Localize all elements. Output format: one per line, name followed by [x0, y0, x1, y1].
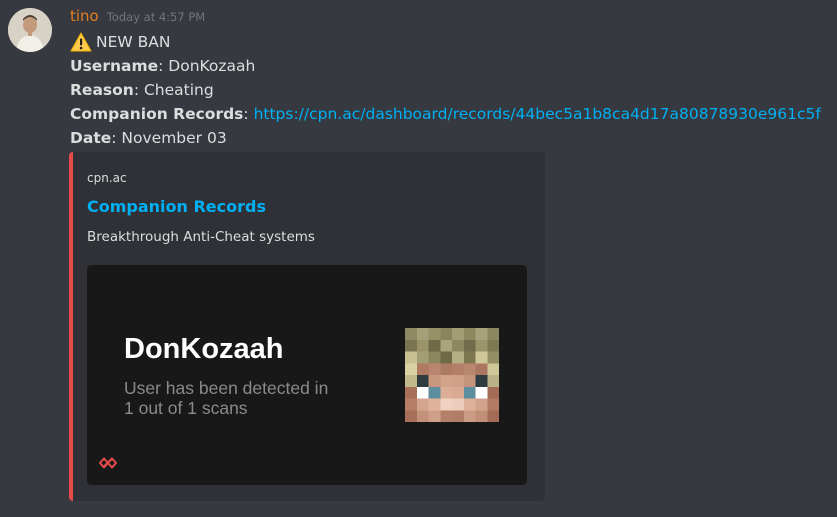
detection-line-1: User has been detected in: [124, 378, 329, 398]
username-sep: :: [158, 57, 169, 75]
date-label: Date: [70, 129, 112, 147]
reason-label: Reason: [70, 81, 134, 99]
card-player-name: DonKozaah: [124, 333, 284, 365]
embed-title-link[interactable]: Companion Records: [87, 197, 266, 216]
records-line: Companion Records: https://cpn.ac/dashbo…: [70, 102, 821, 126]
user-avatar[interactable]: [8, 8, 52, 52]
date-sep: :: [111, 129, 122, 147]
detection-line-2: 1 out of 1 scans: [124, 398, 248, 418]
username-value: DonKozaah: [168, 57, 256, 75]
message-content: NEW BAN Username: DonKozaah Reason: Chea…: [70, 30, 821, 150]
embed-description: Breakthrough Anti-Cheat systems: [87, 229, 315, 245]
records-label: Companion Records: [70, 105, 244, 123]
message-timestamp: Today at 4:57 PM: [106, 10, 206, 24]
records-sep: :: [243, 105, 254, 123]
reason-sep: :: [133, 81, 144, 99]
date-line: Date: November 03: [70, 126, 821, 150]
embed-image-card[interactable]: DonKozaah User has been detected in 1 ou…: [87, 265, 527, 485]
author-name[interactable]: tino: [70, 7, 99, 25]
link-embed: cpn.ac Companion Records Breakthrough An…: [69, 152, 545, 501]
chat-message: tino Today at 4:57 PM NEW BAN Username: …: [0, 0, 837, 517]
records-link[interactable]: https://cpn.ac/dashboard/records/44bec5a…: [254, 102, 821, 126]
player-skin-head: [405, 328, 499, 422]
username-label: Username: [70, 57, 159, 75]
reason-line: Reason: Cheating: [70, 78, 821, 102]
headline-text: NEW BAN: [96, 33, 171, 51]
embed-provider: cpn.ac: [87, 171, 127, 185]
date-value: November 03: [121, 129, 227, 147]
message-header: tino Today at 4:57 PM: [70, 7, 205, 29]
reason-value: Cheating: [143, 81, 214, 99]
headline-line: NEW BAN: [70, 30, 821, 54]
companion-logo-icon: [99, 457, 117, 469]
avatar-image: [8, 8, 52, 52]
warning-icon: [70, 32, 92, 52]
card-detection-text: User has been detected in 1 out of 1 sca…: [124, 378, 328, 418]
username-line: Username: DonKozaah: [70, 54, 821, 78]
